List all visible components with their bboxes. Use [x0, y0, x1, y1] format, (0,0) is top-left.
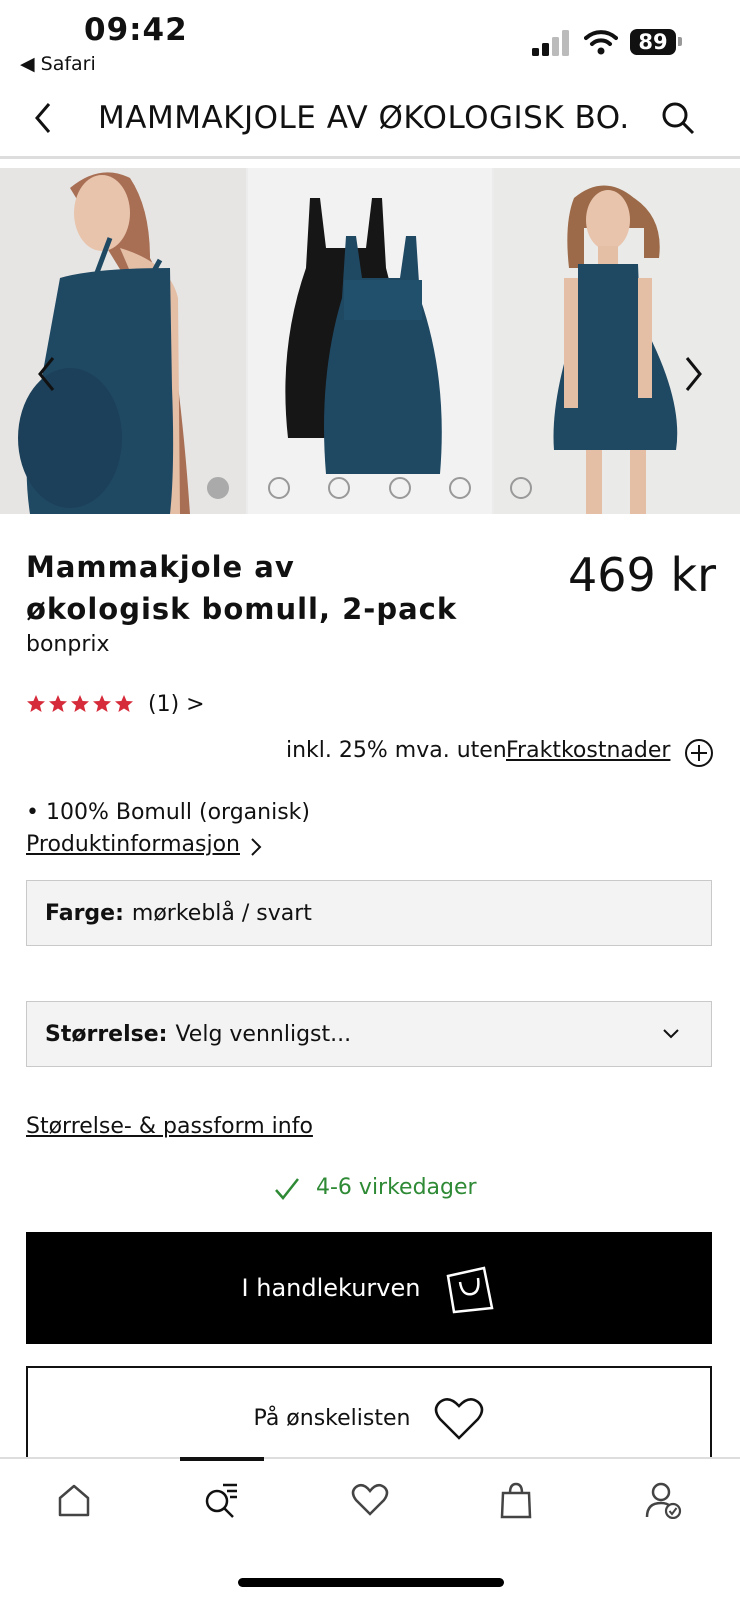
tab-home[interactable]: [52, 1478, 96, 1522]
wifi-icon: [584, 30, 618, 55]
product-image-gallery[interactable]: [0, 168, 740, 514]
search-button[interactable]: [656, 96, 700, 140]
account-icon: [645, 1482, 682, 1519]
chevron-right-icon: [251, 838, 262, 856]
cart-button-label: I handlekurven: [241, 1274, 421, 1302]
vat-text: inkl. 25% mva. uten: [286, 738, 507, 763]
product-title: Mammakjole av økologisk bomull, 2-pack: [26, 550, 458, 626]
tab-account[interactable]: [642, 1478, 686, 1522]
star-icon: [71, 695, 89, 712]
status-time: 09:42: [84, 12, 188, 48]
signal-icon: [532, 30, 569, 56]
color-selector[interactable]: Farge: mørkeblå / svart: [26, 880, 712, 946]
gallery-dot[interactable]: [268, 477, 290, 499]
check-icon: [275, 1178, 299, 1200]
size-fit-info-link[interactable]: Størrelse- & passform info: [26, 1114, 313, 1139]
gallery-next-button[interactable]: [676, 352, 710, 396]
page-title: MAMMAKJOLE AV ØKOLOGISK BO...: [98, 100, 628, 136]
chevron-down-icon: [663, 1029, 679, 1039]
shipping-costs-link[interactable]: Fraktkostnader: [506, 738, 670, 763]
tab-bag[interactable]: [494, 1478, 538, 1522]
add-to-wishlist-button[interactable]: På ønskelisten: [26, 1366, 712, 1466]
tab-wishlist[interactable]: [348, 1478, 392, 1522]
material-bullet: • 100% Bomull (organisk): [26, 800, 310, 825]
battery-icon: 89: [630, 29, 676, 55]
gallery-dot[interactable]: [207, 477, 229, 499]
heart-icon: [351, 1483, 389, 1516]
star-icon: [115, 695, 133, 712]
product-info-link[interactable]: Produktinformasjon: [26, 832, 240, 857]
bag-icon: [500, 1482, 532, 1519]
product-price: 469 kr: [568, 548, 716, 602]
heart-icon: [435, 1398, 484, 1440]
product-image-model-side[interactable]: [0, 168, 246, 514]
star-icon: [27, 695, 45, 712]
tab-search[interactable]: [200, 1478, 244, 1522]
color-label: Farge:: [45, 900, 124, 926]
search-icon: [662, 102, 695, 135]
add-to-cart-button[interactable]: I handlekurven: [26, 1232, 712, 1344]
chevron-right-icon: [685, 357, 702, 391]
back-button[interactable]: [26, 96, 60, 140]
gallery-dot[interactable]: [389, 477, 411, 499]
back-to-safari[interactable]: ◀ Safari: [20, 53, 96, 75]
nav-divider: [0, 156, 740, 159]
delivery-time: 4-6 virkedager: [316, 1175, 477, 1200]
star-icon: [93, 695, 111, 712]
gallery-dot[interactable]: [449, 477, 471, 499]
color-value: mørkeblå / svart: [131, 900, 312, 926]
shopping-bag-icon: [447, 1266, 494, 1314]
product-image-flatlay[interactable]: [248, 168, 492, 514]
wishlist-button-label: På ønskelisten: [253, 1406, 411, 1431]
plus-circle-icon[interactable]: [684, 738, 714, 768]
star-icon: [49, 695, 67, 712]
gallery-dot[interactable]: [328, 477, 350, 499]
chevron-left-icon: [38, 357, 55, 391]
gallery-dot[interactable]: [510, 477, 532, 499]
size-label: Størrelse:: [45, 1021, 168, 1047]
review-count-link[interactable]: (1) >: [148, 692, 205, 717]
home-indicator: [238, 1578, 504, 1587]
search-list-icon: [205, 1483, 237, 1518]
product-image-model-front[interactable]: [494, 168, 740, 514]
size-selector[interactable]: Størrelse: Velg vennligst...: [26, 1001, 712, 1067]
rating-stars[interactable]: [26, 694, 134, 714]
chevron-left-icon: [35, 103, 51, 133]
gallery-prev-button[interactable]: [30, 352, 64, 396]
home-icon: [58, 1484, 90, 1517]
size-value: Velg vennligst...: [175, 1021, 352, 1047]
product-brand[interactable]: bonprix: [26, 632, 110, 657]
battery-tip: [678, 37, 682, 46]
tab-active-indicator: [180, 1457, 264, 1461]
